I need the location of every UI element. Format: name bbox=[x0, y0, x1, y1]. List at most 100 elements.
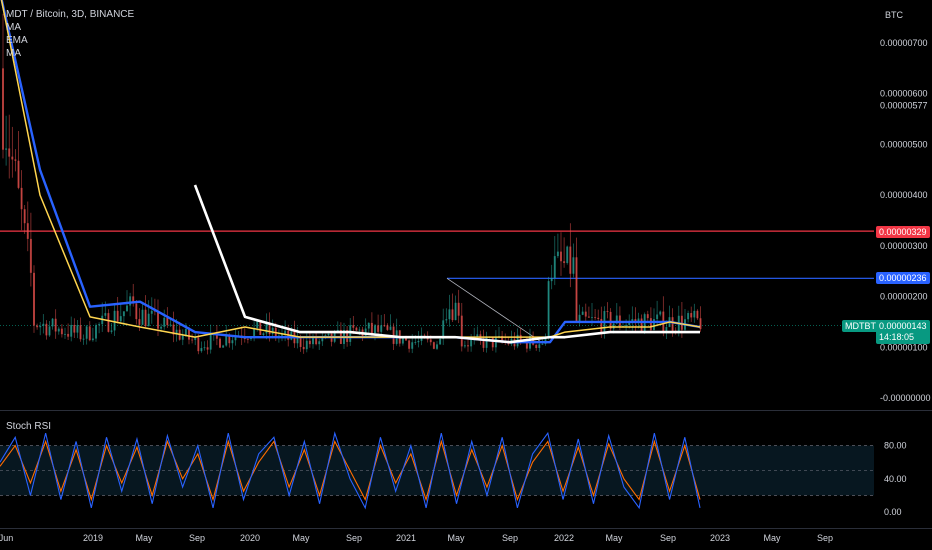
candle-body bbox=[141, 309, 144, 325]
candle-body bbox=[197, 337, 200, 352]
candle-body bbox=[417, 340, 420, 343]
indicator-ma-label[interactable]: MA bbox=[6, 21, 134, 34]
candle-body bbox=[91, 338, 94, 341]
candle-body bbox=[659, 311, 662, 315]
candle-body bbox=[181, 335, 184, 340]
time-axis-label: 2022 bbox=[554, 533, 574, 543]
red-level-tag: 0.00000329 bbox=[876, 226, 930, 238]
candle-body bbox=[374, 325, 376, 334]
candle-body bbox=[646, 314, 649, 319]
time-axis-label: May bbox=[605, 533, 623, 543]
candle-body bbox=[5, 148, 8, 150]
price-chart[interactable]: BTC 0.00000700 0.000006000.00000577 0.00000… bbox=[0, 0, 932, 550]
candle-body bbox=[166, 317, 169, 326]
candle-body bbox=[135, 303, 138, 320]
candle-body bbox=[191, 339, 194, 341]
last-price-tag: 0.00000143 14:18:05 bbox=[876, 320, 930, 344]
candle-body bbox=[54, 318, 57, 332]
candle-body bbox=[625, 324, 628, 327]
candle-body bbox=[563, 261, 566, 263]
candle-body bbox=[553, 256, 556, 279]
candle-body bbox=[39, 325, 42, 328]
currency-label: BTC bbox=[885, 10, 904, 20]
candle-body bbox=[265, 323, 268, 334]
candle-body bbox=[414, 342, 417, 343]
candle-body bbox=[147, 313, 150, 327]
time-axis-label: 2023 bbox=[710, 533, 730, 543]
candle-body bbox=[451, 309, 454, 321]
candle-body bbox=[45, 323, 48, 336]
candle-body bbox=[408, 340, 411, 349]
candle-body bbox=[268, 323, 271, 335]
candle-body bbox=[550, 278, 553, 282]
stoch-tick-label: 40.00 bbox=[884, 474, 907, 484]
candle-body bbox=[429, 339, 432, 343]
candle-body bbox=[581, 311, 584, 315]
candle-body bbox=[640, 318, 643, 333]
candle-body bbox=[88, 326, 91, 341]
candle-body bbox=[569, 246, 572, 274]
candle-body bbox=[203, 347, 206, 349]
candle-body bbox=[98, 324, 101, 326]
candle-body bbox=[36, 325, 39, 328]
candle-body bbox=[389, 326, 392, 330]
candle-body bbox=[448, 309, 451, 320]
candle-body bbox=[11, 156, 14, 160]
candle-body bbox=[541, 343, 544, 345]
candle-body bbox=[129, 296, 132, 306]
candle-body bbox=[206, 347, 209, 350]
candle-body bbox=[299, 337, 302, 347]
candle-body bbox=[318, 341, 321, 345]
candle-body bbox=[587, 316, 590, 318]
price-tick-label: 0.00000200 bbox=[880, 292, 928, 302]
candle-body bbox=[572, 257, 575, 274]
candle-body bbox=[386, 325, 389, 330]
candle-body bbox=[73, 324, 76, 333]
candle-body bbox=[64, 333, 66, 335]
candle-body bbox=[33, 272, 35, 326]
candle-body bbox=[606, 311, 609, 312]
stoch-title: Stoch RSI bbox=[6, 421, 52, 432]
candle-body bbox=[370, 322, 373, 334]
candle-body bbox=[352, 325, 355, 328]
candle-body bbox=[591, 317, 593, 319]
time-axis-label: 2021 bbox=[396, 533, 416, 543]
candle-body bbox=[144, 309, 147, 327]
time-axis-label: Sep bbox=[817, 533, 833, 543]
time-axis-label: Sep bbox=[189, 533, 205, 543]
candle-body bbox=[14, 159, 17, 161]
candle-body bbox=[262, 333, 265, 335]
candle-body bbox=[594, 317, 597, 319]
candle-body bbox=[491, 336, 494, 348]
price-tick-label: 0.00000400 bbox=[880, 190, 928, 200]
candle-body bbox=[454, 302, 457, 321]
candle-body bbox=[107, 313, 110, 332]
candle-body bbox=[560, 251, 562, 262]
candle-body bbox=[219, 338, 221, 348]
series-ma-white bbox=[193, 184, 700, 344]
time-axis-label: May bbox=[447, 533, 465, 543]
candle-body bbox=[556, 251, 559, 257]
candle-body bbox=[693, 310, 696, 318]
stoch-tick-label: 0.00 bbox=[884, 507, 902, 517]
candle-body bbox=[2, 68, 4, 150]
candle-body bbox=[20, 187, 23, 210]
candle-body bbox=[60, 328, 63, 335]
candle-body bbox=[104, 313, 107, 316]
time-axis-label: 2020 bbox=[240, 533, 260, 543]
candle-body bbox=[457, 302, 460, 316]
candle-body bbox=[578, 314, 581, 322]
indicator-ema-label[interactable]: EMA bbox=[6, 34, 134, 47]
candle-body bbox=[463, 345, 466, 347]
candle-body bbox=[150, 310, 153, 314]
candle-body bbox=[23, 209, 26, 224]
candle-body bbox=[432, 342, 435, 349]
candle-body bbox=[671, 317, 674, 331]
candle-body bbox=[82, 338, 85, 340]
candle-body bbox=[547, 281, 550, 337]
candle-body bbox=[584, 311, 587, 317]
candle-body bbox=[122, 311, 125, 317]
candle-body bbox=[380, 325, 383, 332]
time-axis-label: May bbox=[763, 533, 781, 543]
indicator-ma2-label[interactable]: MA bbox=[6, 47, 134, 60]
